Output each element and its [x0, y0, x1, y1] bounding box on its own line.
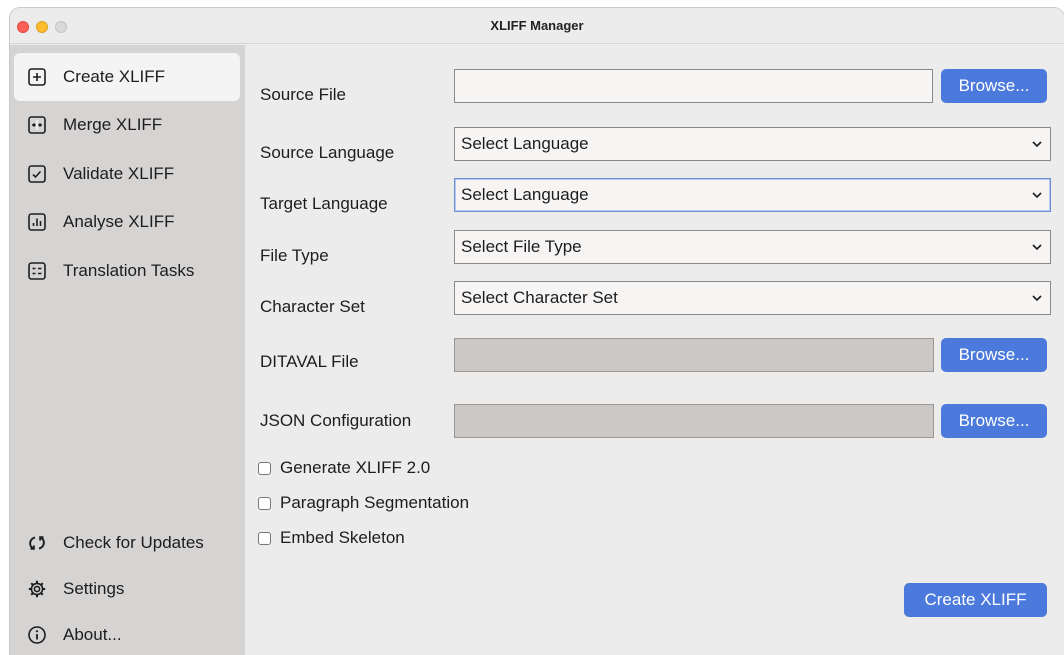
sidebar-item-label: Check for Updates — [63, 533, 204, 552]
embed-skeleton-checkbox-row[interactable]: Embed Skeleton — [258, 528, 405, 548]
character-set-value: Select Character Set — [461, 288, 618, 307]
sidebar-item-about[interactable]: About... — [14, 611, 240, 655]
app-window: XLIFF Manager Create XLIFF Merge XLIFF V… — [10, 8, 1064, 655]
json-configuration-browse-button[interactable]: Browse... — [941, 404, 1047, 438]
merge-icon — [26, 114, 48, 136]
ditaval-file-input[interactable] — [454, 338, 934, 372]
target-language-select[interactable]: Select Language — [454, 178, 1051, 212]
close-window-button[interactable] — [17, 21, 29, 33]
source-language-value: Select Language — [461, 134, 589, 153]
generate-xliff-2-checkbox[interactable] — [258, 461, 271, 475]
zoom-window-button[interactable] — [55, 21, 67, 33]
paragraph-segmentation-checkbox[interactable] — [258, 496, 271, 510]
sidebar-item-label: Create XLIFF — [63, 67, 166, 86]
sidebar-item-create-xliff[interactable]: Create XLIFF — [14, 53, 240, 101]
gear-icon — [26, 578, 48, 600]
check-square-icon — [26, 163, 48, 185]
file-type-select[interactable]: Select File Type — [454, 230, 1051, 264]
source-file-browse-button[interactable]: Browse... — [941, 69, 1047, 103]
ditaval-file-label: DITAVAL File — [260, 352, 359, 371]
target-language-label: Target Language — [260, 194, 388, 213]
character-set-select[interactable]: Select Character Set — [454, 281, 1051, 315]
source-language-select[interactable]: Select Language — [454, 127, 1051, 161]
list-square-icon — [26, 260, 48, 282]
sidebar-item-settings[interactable]: Settings — [14, 565, 240, 613]
sidebar-item-label: About... — [63, 625, 122, 644]
info-icon — [26, 624, 48, 646]
sidebar-item-label: Validate XLIFF — [63, 164, 175, 183]
embed-skeleton-checkbox[interactable] — [258, 531, 271, 545]
target-language-value: Select Language — [461, 185, 589, 204]
sidebar-item-check-for-updates[interactable]: Check for Updates — [14, 519, 240, 567]
json-configuration-label: JSON Configuration — [260, 411, 412, 430]
minimize-window-button[interactable] — [36, 21, 48, 33]
json-configuration-input[interactable] — [454, 404, 934, 438]
chevron-down-icon — [1032, 295, 1042, 302]
source-file-input[interactable] — [454, 69, 933, 103]
create-xliff-button[interactable]: Create XLIFF — [904, 583, 1047, 617]
paragraph-segmentation-label: Paragraph Segmentation — [280, 493, 470, 512]
sidebar-item-label: Merge XLIFF — [63, 115, 163, 134]
title-bar: XLIFF Manager — [10, 8, 1064, 44]
sidebar-item-translation-tasks[interactable]: Translation Tasks — [14, 247, 240, 295]
refresh-icon — [26, 532, 48, 554]
sidebar-item-analyse-xliff[interactable]: Analyse XLIFF — [14, 198, 240, 246]
sidebar-item-label: Translation Tasks — [63, 261, 195, 280]
plus-square-icon — [26, 66, 48, 88]
generate-xliff-2-checkbox-row[interactable]: Generate XLIFF 2.0 — [258, 458, 430, 478]
source-file-label: Source File — [260, 85, 346, 104]
chevron-down-icon — [1032, 244, 1042, 251]
embed-skeleton-label: Embed Skeleton — [280, 528, 405, 547]
source-language-label: Source Language — [260, 143, 395, 162]
file-type-label: File Type — [260, 246, 329, 265]
character-set-label: Character Set — [260, 297, 365, 316]
window-controls — [17, 21, 67, 33]
paragraph-segmentation-checkbox-row[interactable]: Paragraph Segmentation — [258, 493, 469, 513]
chart-square-icon — [26, 211, 48, 233]
sidebar-item-label: Analyse XLIFF — [63, 212, 175, 231]
chevron-down-icon — [1032, 192, 1042, 199]
window-title: XLIFF Manager — [490, 18, 584, 33]
sidebar-item-validate-xliff[interactable]: Validate XLIFF — [14, 150, 240, 198]
file-type-value: Select File Type — [461, 237, 582, 256]
main-form: Source File Browse... Source Language Se… — [245, 45, 1064, 655]
sidebar-item-label: Settings — [63, 579, 125, 598]
sidebar-item-merge-xliff[interactable]: Merge XLIFF — [14, 101, 240, 149]
generate-xliff-2-label: Generate XLIFF 2.0 — [280, 458, 431, 477]
sidebar: Create XLIFF Merge XLIFF Validate XLIFF … — [10, 45, 245, 655]
ditaval-file-browse-button[interactable]: Browse... — [941, 338, 1047, 372]
chevron-down-icon — [1032, 141, 1042, 148]
